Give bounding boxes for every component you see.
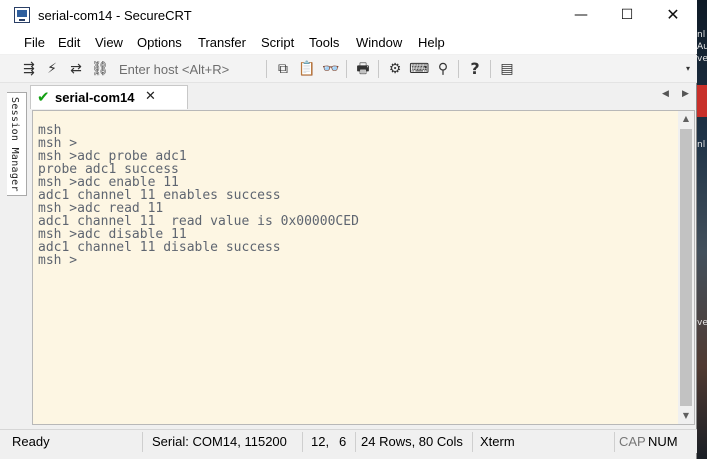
- copy-icon[interactable]: ⧉: [273, 59, 293, 79]
- toolbar-separator: [378, 60, 379, 78]
- connect-icon[interactable]: ⇶: [19, 59, 39, 79]
- status-bar: Ready Serial: COM14, 115200 12, 6 24 Row…: [0, 429, 697, 453]
- menu-window[interactable]: Window: [356, 35, 402, 50]
- reconnect-icon[interactable]: ⇄: [66, 59, 86, 79]
- status-separator: [302, 432, 303, 452]
- toolbar-separator: [490, 60, 491, 78]
- desktop-red-mark: [696, 85, 707, 117]
- quick-connect-icon[interactable]: ⚡: [42, 59, 62, 79]
- desktop-text-fragment: Au: [697, 42, 707, 52]
- vertical-scrollbar[interactable]: ▲ ▼: [678, 111, 694, 424]
- menu-transfer[interactable]: Transfer: [198, 35, 246, 50]
- menu-file[interactable]: File: [24, 35, 45, 50]
- connected-check-icon: ✔: [37, 88, 50, 106]
- status-cursor-col: 6: [339, 434, 347, 449]
- tab-label: serial-com14: [55, 90, 135, 105]
- terminal-line: msh >: [38, 253, 78, 268]
- status-size: 24 Rows, 80 Cols: [361, 434, 463, 449]
- menu-script[interactable]: Script: [261, 35, 294, 50]
- menu-view[interactable]: View: [95, 35, 123, 50]
- desktop-background: nl Au ve nl ve: [696, 0, 707, 459]
- minimize-button[interactable]: —: [558, 0, 604, 30]
- desktop-text-fragment: ve: [697, 54, 707, 64]
- terminal-view[interactable]: msh msh > msh >adc probe adc1 probe adc1…: [32, 110, 695, 425]
- find-icon[interactable]: 👓: [321, 59, 341, 79]
- scroll-down-icon[interactable]: ▼: [678, 408, 694, 424]
- securecrt-window: serial-com14 - SecureCRT — ☐ ✕ File Edit…: [0, 0, 697, 459]
- tab-close-icon[interactable]: ✕: [145, 89, 156, 104]
- status-separator: [355, 432, 356, 452]
- terminal-output: msh msh > msh >adc probe adc1 probe adc1…: [38, 124, 359, 267]
- status-separator: [472, 432, 473, 452]
- scroll-up-icon[interactable]: ▲: [678, 111, 694, 127]
- disconnect-icon[interactable]: ⛓: [90, 59, 110, 79]
- keymap-icon[interactable]: ⌨: [409, 59, 429, 79]
- status-separator: [614, 432, 615, 452]
- securecrt-app-icon[interactable]: [14, 7, 30, 23]
- status-num-lock: NUM: [648, 434, 678, 449]
- toolbar-separator: [266, 60, 267, 78]
- title-bar[interactable]: serial-com14 - SecureCRT — ☐ ✕: [0, 0, 697, 32]
- desktop-text-fragment: ve: [697, 318, 707, 328]
- tab-scroll-left-icon[interactable]: ◀: [662, 89, 669, 99]
- window-title: serial-com14 - SecureCRT: [38, 8, 192, 23]
- menu-bar: File Edit View Options Transfer Script T…: [0, 32, 697, 54]
- status-caps-lock: CAP: [619, 434, 646, 449]
- scroll-thumb[interactable]: [680, 129, 692, 406]
- status-separator: [142, 432, 143, 452]
- status-terminal-type: Xterm: [480, 434, 515, 449]
- toolbar: ⇶ ⚡ ⇄ ⛓ ⧉ 📋 👓 🖶 ⚙ ⌨ ⚲ ? ▤ ▾: [0, 55, 697, 83]
- sftp-icon[interactable]: ⚲: [433, 59, 453, 79]
- desktop-text-fragment: nl: [697, 140, 706, 150]
- status-cursor-row: 12,: [311, 434, 330, 449]
- menu-edit[interactable]: Edit: [58, 35, 80, 50]
- log-session-icon[interactable]: ▤: [497, 59, 517, 79]
- toolbar-separator: [458, 60, 459, 78]
- gear-icon[interactable]: ⚙: [385, 59, 405, 79]
- session-manager-label: Session Manager: [9, 97, 20, 192]
- menu-tools[interactable]: Tools: [309, 35, 339, 50]
- toolbar-overflow-icon[interactable]: ▾: [686, 64, 690, 73]
- status-ready: Ready: [12, 434, 50, 449]
- print-icon[interactable]: 🖶: [353, 59, 373, 79]
- menu-options[interactable]: Options: [137, 35, 182, 50]
- tab-serial-com14[interactable]: ✔ serial-com14 ✕: [30, 85, 188, 109]
- session-manager-tab[interactable]: Session Manager: [7, 92, 27, 196]
- desktop-text-fragment: nl: [697, 30, 706, 40]
- maximize-button[interactable]: ☐: [604, 0, 650, 30]
- tab-strip: ✔ serial-com14 ✕ ◀ ▶: [28, 85, 697, 109]
- toolbar-separator: [346, 60, 347, 78]
- close-button[interactable]: ✕: [650, 0, 696, 30]
- menu-help[interactable]: Help: [418, 35, 445, 50]
- tab-scroll-right-icon[interactable]: ▶: [682, 89, 689, 99]
- enter-host-input[interactable]: [114, 60, 262, 78]
- help-icon[interactable]: ?: [465, 59, 485, 79]
- status-connection: Serial: COM14, 115200: [152, 434, 287, 449]
- paste-icon[interactable]: 📋: [297, 59, 317, 79]
